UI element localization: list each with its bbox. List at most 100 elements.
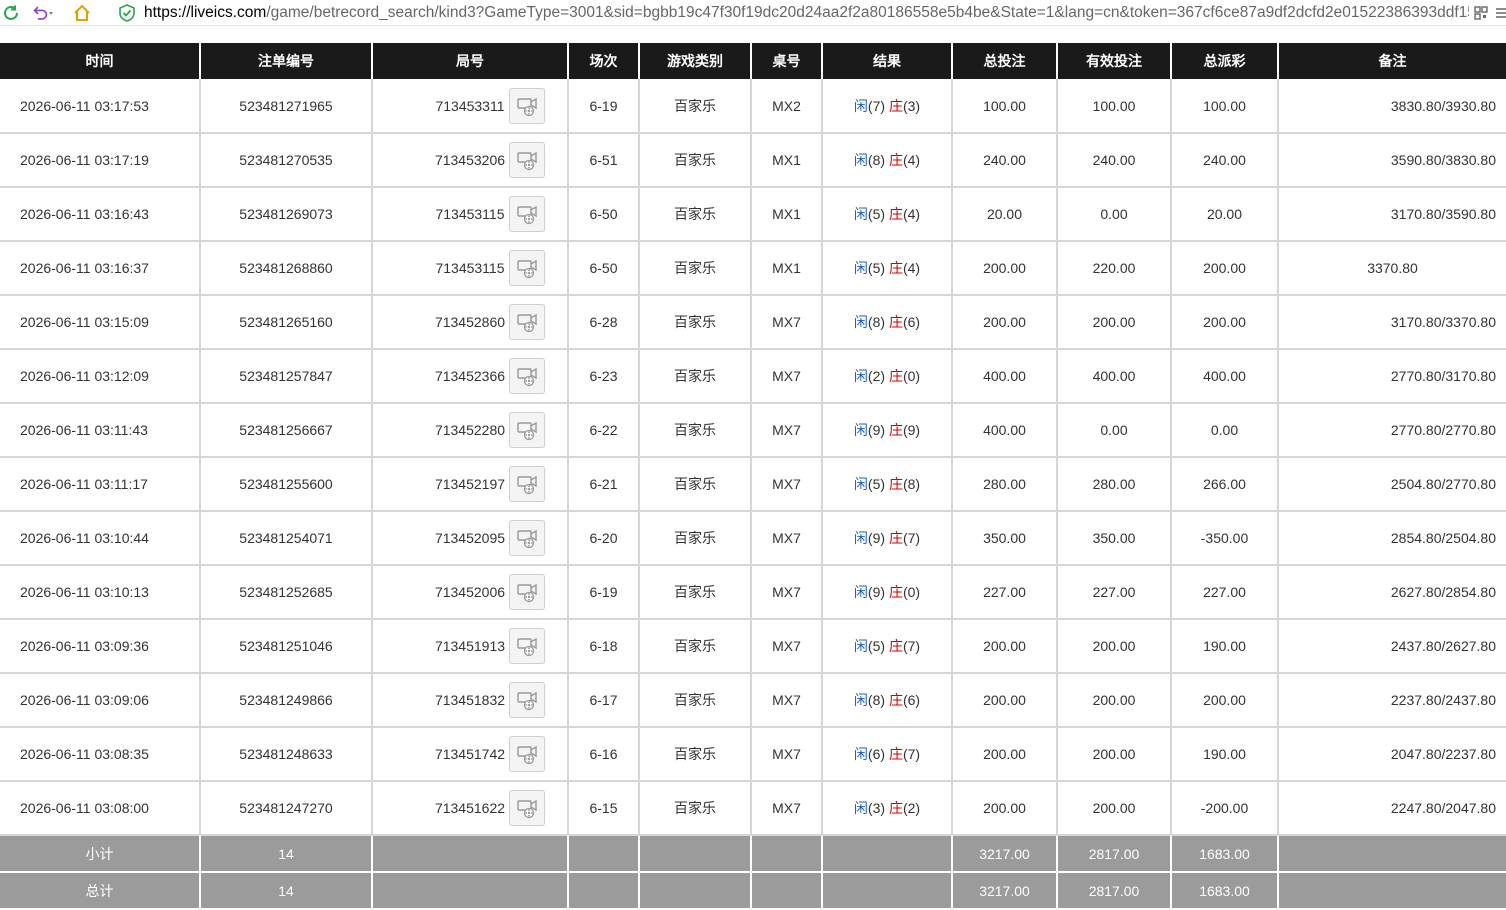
replay-video-icon[interactable] — [509, 520, 546, 556]
banker-label: 庄 — [888, 422, 903, 438]
cell-table-no: MX7 — [751, 727, 823, 782]
cell-table-no: MX7 — [751, 673, 823, 728]
player-label: 闲 — [853, 638, 868, 654]
subtotal-label: 小计 — [0, 835, 201, 873]
total-count: 14 — [200, 872, 373, 910]
table-row: 2026-06-11 03:11:43 523481256667 713452280… — [0, 403, 1506, 458]
cell-bet-id: 523481251046 — [200, 619, 373, 674]
round-number: 713453311 — [435, 97, 505, 114]
header-table-no[interactable]: 桌号 — [751, 43, 823, 79]
cell-game-type: 百家乐 — [639, 511, 752, 566]
subtotal-valid-bet: 2817.00 — [1057, 835, 1172, 873]
cell-shoe: 6-51 — [568, 133, 640, 188]
cell-bet-id: 523481257847 — [200, 349, 373, 404]
cell-table-no: MX7 — [751, 511, 823, 566]
qr-code-icon[interactable] — [1470, 2, 1492, 24]
secure-shield-icon — [116, 2, 138, 24]
header-shoe[interactable]: 场次 — [568, 43, 640, 79]
replay-video-icon[interactable] — [509, 574, 546, 610]
header-note[interactable]: 备注 — [1278, 43, 1506, 79]
cell-payout: -350.00 — [1171, 511, 1279, 566]
cell-result: 闲(2) 庄(0) — [822, 349, 953, 404]
empty-cell — [568, 835, 640, 873]
player-label: 闲 — [853, 152, 868, 168]
header-time[interactable]: 时间 — [0, 43, 201, 79]
empty-cell — [751, 835, 823, 873]
empty-cell — [639, 872, 752, 910]
cell-payout: 227.00 — [1171, 565, 1279, 620]
table-row: 2026-06-11 03:09:06 523481249866 713451832… — [0, 673, 1506, 728]
cell-valid-bet: 220.00 — [1057, 241, 1172, 296]
banker-label: 庄 — [888, 800, 903, 816]
replay-video-icon[interactable] — [509, 142, 546, 178]
cell-bet-id: 523481271965 — [200, 79, 373, 134]
empty-cell — [568, 872, 640, 910]
url-path: /game/betrecord_search/kind3?GameType=30… — [266, 4, 1469, 21]
player-score: (9) — [867, 530, 886, 546]
round-number: 713452860 — [434, 314, 506, 330]
round-number: 713451913 — [434, 638, 506, 654]
header-result[interactable]: 结果 — [822, 43, 953, 79]
cell-total-bet: 100.00 — [952, 79, 1058, 134]
header-bet-id[interactable]: 注单编号 — [200, 43, 373, 79]
grand-total-row: 总计 14 3217.00 2817.00 1683.00 — [0, 872, 1506, 910]
home-icon[interactable] — [71, 2, 93, 24]
cell-total-bet: 227.00 — [952, 565, 1058, 620]
player-label: 闲 — [853, 584, 868, 600]
cell-table-no: MX7 — [751, 781, 823, 836]
subtotal-row: 小计 14 3217.00 2817.00 1683.00 — [0, 835, 1506, 873]
replay-video-icon[interactable] — [508, 87, 545, 124]
table-row: 2026-06-11 03:12:09 523481257847 713452366… — [0, 349, 1506, 404]
cell-bet-id: 523481265160 — [200, 295, 373, 350]
cell-game-type: 百家乐 — [639, 79, 752, 134]
replay-video-icon[interactable] — [509, 628, 546, 664]
cell-result: 闲(5) 庄(8) — [822, 457, 953, 512]
cell-result: 闲(8) 庄(6) — [822, 673, 953, 728]
cell-round: 713453115 — [372, 241, 569, 296]
table-row: 2026-06-11 03:10:13 523481252685 713452006… — [0, 565, 1506, 620]
replay-video-icon[interactable] — [509, 304, 546, 340]
replay-video-icon[interactable] — [509, 358, 546, 394]
cell-bet-id: 523481249866 — [200, 673, 373, 728]
cell-payout: 190.00 — [1171, 619, 1279, 674]
cell-round: 713452095 — [372, 511, 569, 566]
bet-records-table: 时间 注单编号 局号 场次 游戏类别 桌号 结果 总投注 有效投注 总派彩 备注… — [0, 43, 1506, 910]
replay-video-icon[interactable] — [508, 196, 545, 232]
undo-back-icon[interactable] — [32, 2, 54, 24]
banker-score: (6) — [902, 692, 921, 708]
reload-icon[interactable] — [0, 2, 22, 24]
cell-note: 2504.80/2770.80 — [1278, 457, 1506, 512]
header-valid-bet[interactable]: 有效投注 — [1057, 43, 1172, 79]
subtotal-count: 14 — [200, 835, 373, 873]
replay-video-icon[interactable] — [508, 250, 545, 286]
cell-game-type: 百家乐 — [639, 727, 752, 782]
cell-game-type: 百家乐 — [639, 457, 752, 512]
replay-video-icon[interactable] — [509, 790, 546, 826]
header-round[interactable]: 局号 — [372, 43, 569, 79]
reader-mode-icon[interactable] — [1490, 2, 1506, 24]
empty-cell — [822, 872, 953, 910]
table-row: 2026-06-11 03:08:35 523481248633 713451742… — [0, 727, 1506, 782]
replay-video-icon[interactable] — [509, 736, 546, 772]
cell-valid-bet: 200.00 — [1057, 727, 1172, 782]
empty-cell — [822, 835, 953, 873]
banker-label: 庄 — [888, 314, 903, 330]
banker-label: 庄 — [888, 260, 903, 276]
table-row: 2026-06-11 03:15:09 523481265160 713452860… — [0, 295, 1506, 350]
cell-shoe: 6-50 — [568, 187, 640, 242]
address-bar[interactable]: https://liveics.com/game/betrecord_searc… — [144, 3, 1469, 23]
banker-label: 庄 — [888, 476, 903, 492]
banker-label: 庄 — [888, 152, 903, 168]
cell-shoe: 6-18 — [568, 619, 640, 674]
header-game-type[interactable]: 游戏类别 — [639, 43, 752, 79]
cell-time: 2026-06-11 03:10:44 — [0, 511, 201, 566]
replay-video-icon[interactable] — [509, 412, 546, 448]
replay-video-icon[interactable] — [509, 466, 546, 502]
header-total-bet[interactable]: 总投注 — [952, 43, 1058, 79]
player-label: 闲 — [853, 314, 868, 330]
header-payout[interactable]: 总派彩 — [1171, 43, 1279, 79]
cell-table-no: MX1 — [751, 187, 823, 242]
cell-table-no: MX7 — [751, 403, 823, 458]
banker-score: (4) — [902, 260, 921, 276]
replay-video-icon[interactable] — [509, 682, 546, 718]
